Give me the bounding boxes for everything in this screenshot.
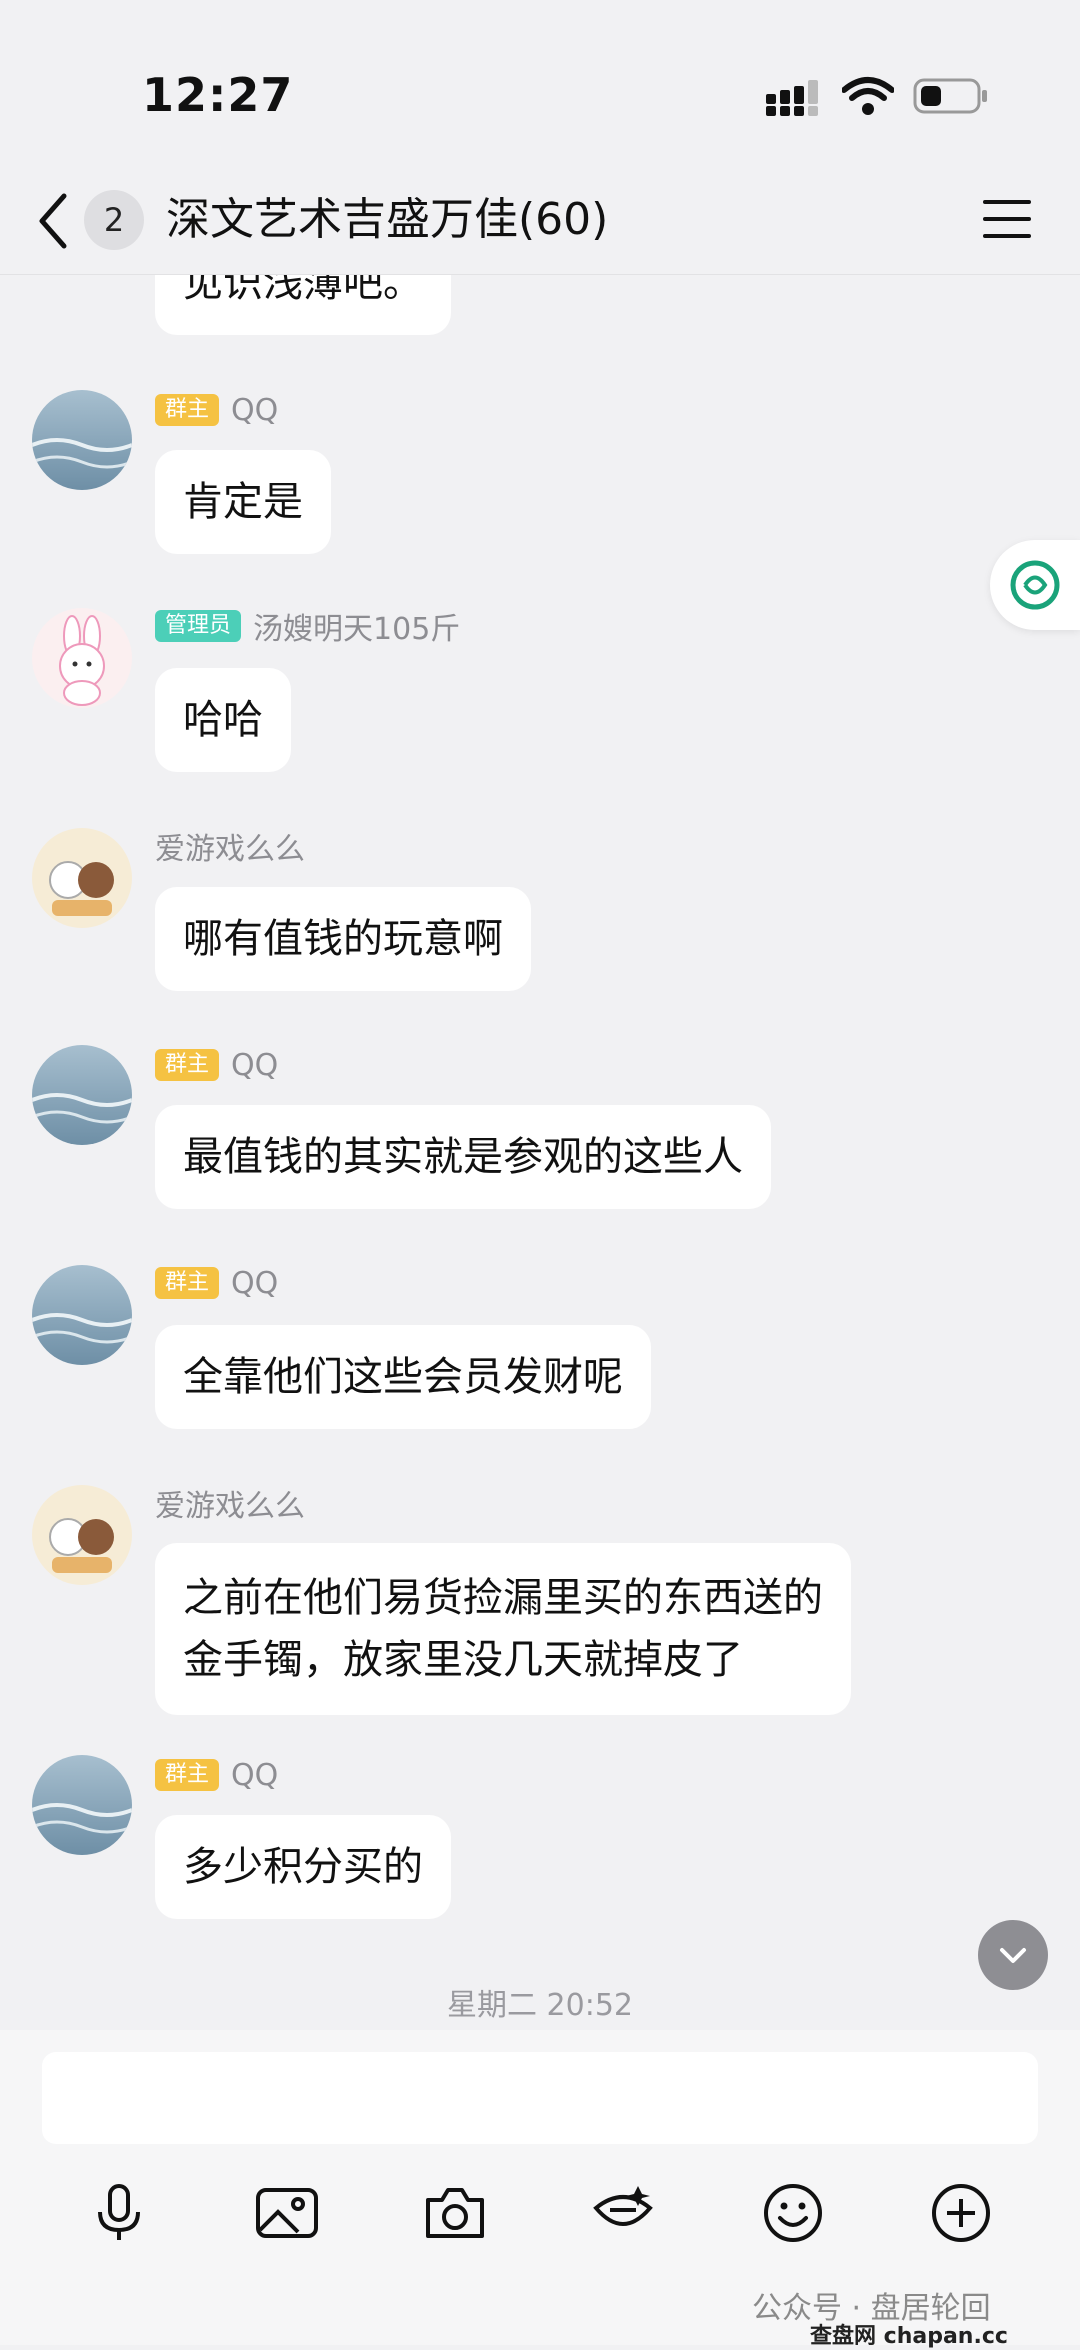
message-bubble[interactable]: 之前在他们易货捡漏里买的东西送的 金手镯，放家里没几天就掉皮了 (155, 1543, 851, 1715)
message-text: 肯定是 (183, 479, 303, 525)
sender-name[interactable]: QQ (231, 1266, 278, 1301)
message-text: 全靠他们这些会员发财呢 (183, 1354, 623, 1400)
message-bubble[interactable]: 哈哈 (155, 668, 291, 772)
image-icon[interactable] (252, 2178, 322, 2248)
message-text: 哪有值钱的玩意啊 (183, 916, 503, 962)
message-text: 多少积分买的 (183, 1844, 423, 1890)
avatar[interactable] (32, 390, 132, 490)
plus-icon[interactable] (926, 2178, 996, 2248)
emoji-icon[interactable] (758, 2178, 828, 2248)
sender-info: 爱游戏么么 (155, 828, 305, 867)
admin-badge: 管理员 (155, 610, 242, 642)
owner-badge: 群主 (155, 1759, 220, 1791)
signal-icon (766, 80, 818, 116)
message-bubble[interactable]: 肯定是 (155, 450, 331, 554)
unread-count-badge[interactable]: 2 (84, 190, 144, 250)
message-list[interactable]: 见识浅薄吧。 群主 QQ 肯定是 管理员 汤嫂明天105斤 哈哈 爱游戏么么 哪… (0, 275, 1080, 2029)
back-icon[interactable] (36, 192, 70, 250)
avatar[interactable] (32, 1265, 132, 1365)
site-watermark: 查盘网 chapan.cc (810, 2324, 1008, 2349)
sender-name[interactable]: QQ (231, 1048, 278, 1083)
clock: 12:27 (142, 68, 294, 122)
sender-info: 群主 QQ (155, 1047, 278, 1083)
avatar[interactable] (32, 608, 132, 708)
message-text: 哈哈 (183, 697, 263, 743)
scroll-to-bottom-button[interactable] (978, 1920, 1048, 1990)
battery-icon (913, 78, 987, 114)
avatar[interactable] (32, 1755, 132, 1855)
message-bubble[interactable]: 见识浅薄吧。 (155, 275, 451, 335)
avatar[interactable] (32, 1045, 132, 1145)
message-input[interactable] (42, 2052, 1038, 2144)
avatar[interactable] (32, 1485, 132, 1585)
message-bubble[interactable]: 哪有值钱的玩意啊 (155, 887, 531, 991)
wifi-icon (842, 77, 894, 115)
sender-name[interactable]: 爱游戏么么 (155, 824, 305, 868)
status-bar: 12:27 (0, 0, 1080, 170)
sender-info: 管理员 汤嫂明天105斤 (155, 608, 460, 647)
chat-header: 2 深文艺术吉盛万佳(60) (0, 170, 1080, 275)
sender-name[interactable]: 爱游戏么么 (155, 1481, 305, 1525)
owner-badge: 群主 (155, 394, 220, 426)
sender-info: 群主 QQ (155, 1265, 278, 1301)
sender-info: 群主 QQ (155, 1757, 278, 1793)
input-panel: 公众号 · 盘居轮回 (0, 2030, 1080, 2345)
message-text: 见识浅薄吧。 (183, 275, 423, 306)
message-timestamp: 星期二 20:52 (447, 1988, 633, 2023)
message-bubble[interactable]: 最值钱的其实就是参观的这些人 (155, 1105, 771, 1209)
camera-icon[interactable] (420, 2178, 490, 2248)
group-title[interactable]: 深文艺术吉盛万佳(60) (166, 190, 608, 250)
app-float-icon (1010, 560, 1060, 610)
message-text: 最值钱的其实就是参观的这些人 (183, 1134, 743, 1180)
message-bubble[interactable]: 全靠他们这些会员发财呢 (155, 1325, 651, 1429)
sender-name[interactable]: QQ (231, 1758, 278, 1793)
chevron-down-icon (1000, 1948, 1026, 1963)
message-bubble[interactable]: 多少积分买的 (155, 1815, 451, 1919)
owner-badge: 群主 (155, 1049, 220, 1081)
message-text-line: 之前在他们易货捡漏里买的东西送的 (183, 1575, 823, 1621)
owner-badge: 群主 (155, 1267, 220, 1299)
sender-name[interactable]: QQ (231, 393, 278, 428)
redpacket-icon[interactable] (588, 2178, 658, 2248)
floating-app-button[interactable] (990, 540, 1080, 630)
menu-icon[interactable] (983, 198, 1031, 240)
sender-info: 群主 QQ (155, 392, 278, 428)
avatar[interactable] (32, 828, 132, 928)
sender-info: 爱游戏么么 (155, 1485, 305, 1524)
message-text-line: 金手镯，放家里没几天就掉皮了 (183, 1637, 743, 1683)
mic-icon[interactable] (84, 2178, 154, 2248)
sender-name[interactable]: 汤嫂明天105斤 (253, 604, 460, 648)
